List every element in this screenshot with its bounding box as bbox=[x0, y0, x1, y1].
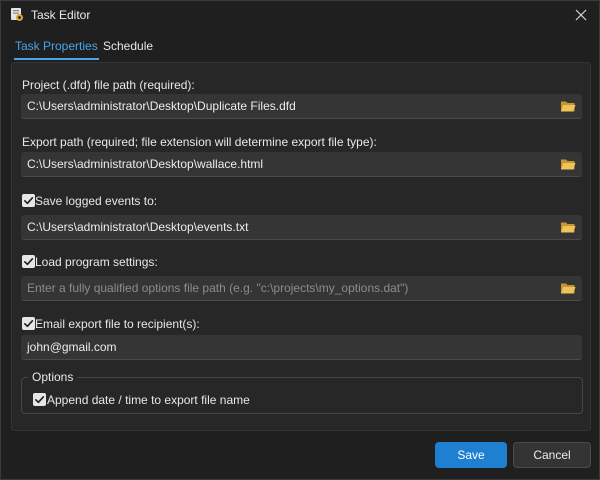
tab-schedule[interactable]: Schedule bbox=[103, 39, 153, 53]
settings-path-placeholder: Enter a fully qualified options file pat… bbox=[27, 281, 409, 295]
log-path-value: C:\Users\administrator\Desktop\events.tx… bbox=[27, 220, 249, 234]
email-export-label: Email export file to recipient(s): bbox=[35, 317, 200, 331]
load-settings-label: Load program settings: bbox=[35, 255, 158, 269]
load-settings-check-icon[interactable] bbox=[22, 255, 35, 268]
save-log-label: Save logged events to: bbox=[35, 194, 158, 208]
browse-log-folder-icon[interactable] bbox=[560, 219, 576, 235]
window-title: Task Editor bbox=[31, 8, 91, 22]
save-log-check-icon[interactable] bbox=[22, 194, 35, 207]
export-path-label: Export path (required; file extension wi… bbox=[22, 135, 377, 149]
project-path-label: Project (.dfd) file path (required): bbox=[22, 78, 195, 92]
options-legend: Options bbox=[28, 370, 78, 384]
project-path-field[interactable]: C:\Users\administrator\Desktop\Duplicate… bbox=[21, 94, 582, 119]
browse-export-folder-icon[interactable] bbox=[560, 156, 576, 172]
task-properties-panel: Project (.dfd) file path (required): C:\… bbox=[11, 62, 591, 431]
cancel-button[interactable]: Cancel bbox=[513, 442, 591, 468]
title-bar: Task Editor bbox=[1, 1, 599, 29]
email-recipients-field[interactable]: john@gmail.com bbox=[21, 335, 582, 360]
task-editor-window: Task Editor Task Properties Schedule Pro… bbox=[0, 0, 600, 480]
browse-settings-folder-icon[interactable] bbox=[560, 280, 576, 296]
export-path-field[interactable]: C:\Users\administrator\Desktop\wallace.h… bbox=[21, 152, 582, 177]
email-recipients-value: john@gmail.com bbox=[27, 340, 117, 354]
app-icon bbox=[11, 8, 23, 21]
export-path-value: C:\Users\administrator\Desktop\wallace.h… bbox=[27, 157, 264, 171]
save-button[interactable]: Save bbox=[435, 442, 507, 468]
close-icon bbox=[575, 9, 587, 21]
log-path-field[interactable]: C:\Users\administrator\Desktop\events.tx… bbox=[21, 215, 582, 240]
settings-path-field[interactable]: Enter a fully qualified options file pat… bbox=[21, 276, 582, 301]
project-path-value: C:\Users\administrator\Desktop\Duplicate… bbox=[27, 99, 296, 113]
tab-task-properties[interactable]: Task Properties bbox=[14, 39, 99, 60]
append-datetime-label: Append date / time to export file name bbox=[47, 393, 250, 407]
append-datetime-check-icon[interactable] bbox=[33, 393, 46, 406]
options-group: Options Append date / time to export fil… bbox=[21, 370, 583, 414]
browse-project-folder-icon[interactable] bbox=[560, 98, 576, 114]
email-export-check-icon[interactable] bbox=[22, 317, 35, 330]
close-button[interactable] bbox=[563, 1, 599, 29]
